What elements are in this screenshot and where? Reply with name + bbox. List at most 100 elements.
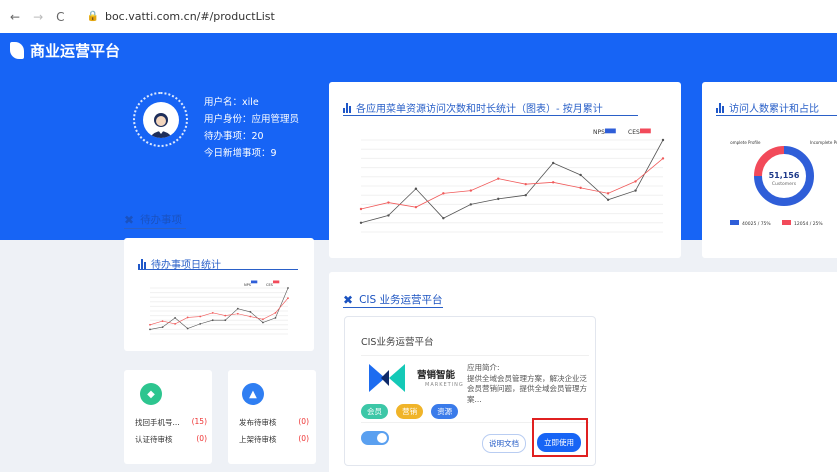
legend-swatch — [782, 220, 791, 225]
data-point — [524, 182, 527, 186]
data-point — [414, 205, 418, 209]
user-today-new: 今日新增事项：9 — [204, 148, 277, 159]
data-point — [274, 311, 277, 314]
data-point — [634, 189, 637, 192]
tools-icon: ✖ — [124, 212, 135, 227]
stats-card-left: ◆ 找回手机号... (15) 认证待审核 (0) — [124, 370, 212, 464]
data-point — [236, 307, 239, 310]
data-point — [161, 326, 164, 328]
browser-toolbar: ← → C 🔒 boc.vatti.com.cn/#/productList — [0, 0, 837, 33]
stat-value: (0) — [196, 434, 207, 443]
visit-line-chart: NPS CES — [359, 128, 665, 233]
people-donut-chart: 51,156Customers Complete Profile Incomplet… — [730, 140, 837, 227]
data-point — [606, 198, 610, 201]
legend-label: 40025 / 75% — [742, 221, 771, 227]
data-point — [661, 157, 665, 160]
app-intro-title: 应用简介: — [467, 363, 500, 372]
title-underline — [343, 115, 638, 116]
legend-swatch — [730, 220, 739, 225]
visit-chart-card: 各应用菜单资源访问次数和时长统计（图表）- 按月累计 NPS CES — [329, 82, 681, 258]
back-icon[interactable]: ← — [10, 10, 20, 24]
app-intro-text: 提供全域会员管理方案，解决企业泛会员营销问题，提供全域会员管理方案... — [467, 373, 587, 404]
toggle-knob — [377, 433, 387, 443]
data-point — [579, 173, 582, 177]
tag-marketing[interactable]: 营销 — [396, 404, 424, 419]
data-point — [149, 323, 151, 326]
data-point — [634, 180, 637, 183]
tag-member[interactable]: 会员 — [361, 404, 388, 419]
data-point — [359, 221, 363, 224]
stat-label: 上架待审核 — [239, 435, 277, 444]
cis-app-name: CIS业务运营平台 — [361, 337, 434, 348]
people-chart-title: 访问人数累计和占比 — [729, 104, 819, 115]
section-underline — [343, 307, 443, 308]
cis-section-label: CIS 业务运营平台 — [359, 294, 443, 306]
doc-button[interactable]: 说明文档 — [482, 434, 526, 453]
app-intro: 应用简介: 提供全域会员管理方案，解决企业泛会员营销问题，提供全域会员管理方案.… — [467, 363, 589, 405]
legend-swatch — [605, 128, 616, 134]
lock-icon: 🔒 — [86, 11, 99, 22]
data-point — [387, 214, 390, 217]
data-point — [186, 327, 189, 330]
bar-chart-icon — [138, 258, 146, 269]
data-point — [579, 186, 582, 190]
data-point — [262, 321, 264, 324]
data-point — [661, 138, 665, 142]
stat-row[interactable]: 找回手机号... (15) — [135, 417, 207, 428]
enable-toggle[interactable] — [361, 431, 389, 445]
tag-resource[interactable]: 资源 — [431, 404, 459, 419]
legend-label: NPS — [244, 283, 252, 287]
legend-swatch — [251, 280, 258, 284]
divider — [361, 355, 589, 356]
user-role: 用户身份：应用管理员 — [204, 114, 300, 125]
forward-icon[interactable]: → — [33, 10, 43, 24]
bar-chart-icon — [343, 102, 351, 113]
stat-row[interactable]: 发布待审核 (0) — [239, 417, 309, 428]
data-point — [249, 315, 252, 318]
app-brand[interactable]: 商业运营平台 — [10, 40, 120, 61]
avatar[interactable] — [133, 92, 188, 147]
stats-card-right: ▲ 发布待审核 (0) 上架待审核 (0) — [228, 370, 316, 464]
data-point — [224, 314, 227, 317]
logo-text-en: MARKETING — [425, 382, 464, 388]
data-point — [469, 203, 473, 206]
legend-label: 12054 / 25% — [794, 221, 823, 227]
user-pending: 待办事项：20 — [204, 131, 264, 142]
stat-row[interactable]: 上架待审核 (0) — [239, 434, 309, 445]
data-point — [249, 311, 252, 313]
stat-row[interactable]: 认证待审核 (0) — [135, 434, 207, 445]
slice-label: Complete Profile — [730, 140, 761, 145]
data-point — [224, 319, 227, 322]
browser-nav: ← → C — [10, 10, 65, 24]
data-point — [161, 320, 164, 323]
user-name: 用户名：xile — [204, 97, 259, 108]
data-point — [199, 315, 202, 318]
donut-center-label: Customers — [772, 181, 797, 187]
data-point — [497, 197, 500, 201]
data-point — [186, 316, 189, 319]
data-point — [551, 181, 555, 184]
reload-icon[interactable]: C — [56, 10, 64, 24]
stat-value: (15) — [191, 417, 207, 426]
data-point — [262, 318, 264, 321]
title-underline — [716, 115, 837, 116]
data-point — [211, 311, 214, 314]
data-point — [236, 312, 239, 315]
legend-label: CES — [628, 129, 640, 136]
series-line — [360, 158, 664, 210]
data-point — [199, 322, 202, 325]
diamond-icon: ◆ — [140, 383, 162, 405]
stat-value: (0) — [298, 434, 309, 443]
section-underline — [124, 228, 186, 229]
todo-line-chart: NPS CES — [149, 280, 289, 335]
address-bar[interactable]: boc.vatti.com.cn/#/productList — [105, 10, 275, 23]
stat-value: (0) — [298, 417, 309, 426]
tag-list: 会员 营销 资源 — [361, 399, 461, 419]
highlight-box — [532, 418, 588, 457]
app-title: 商业运营平台 — [30, 42, 121, 60]
data-point — [442, 192, 445, 195]
data-point — [442, 217, 445, 220]
data-point — [287, 297, 289, 300]
data-point — [551, 161, 555, 165]
user-avatar-icon — [142, 101, 179, 138]
